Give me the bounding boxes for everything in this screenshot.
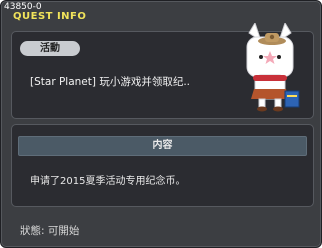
quest-title: [Star Planet] 玩小游戏并领取纪.. xyxy=(30,76,190,88)
quest-content-panel: 内容 申请了2015夏季活动专用纪念币。 xyxy=(11,124,314,207)
window-title: QUEST INFO xyxy=(13,11,87,22)
quest-info-window: 43850-0 QUEST INFO 活動 [Star Planet] 玩小游戏… xyxy=(0,0,322,248)
content-section-header: 内容 xyxy=(18,136,307,156)
white-bunny-npc-icon xyxy=(239,21,301,113)
quest-category-tag: 活動 xyxy=(20,41,80,56)
quest-description: 申请了2015夏季活动专用纪念币。 xyxy=(30,176,186,187)
quest-status: 狀態: 可開始 xyxy=(20,225,80,237)
